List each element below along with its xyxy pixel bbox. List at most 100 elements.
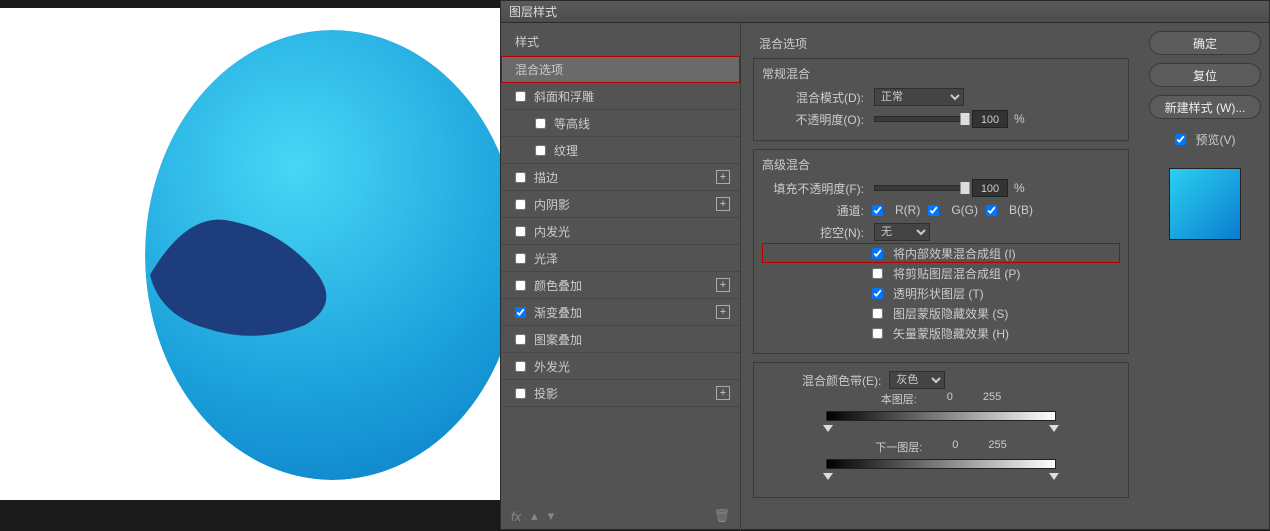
fill-opacity-value[interactable]: 100 [972, 179, 1008, 197]
opt-label: 图层蒙版隐藏效果 (S) [893, 305, 1008, 322]
blend-if-label: 混合颜色带(E): [802, 372, 881, 389]
blend-if-under-slider[interactable] [826, 459, 1056, 473]
style-inner-glow[interactable]: 内发光 [501, 218, 740, 245]
channel-b-checkbox[interactable] [986, 205, 997, 216]
opt-blend-interior-checkbox[interactable] [872, 248, 883, 259]
percent-label: % [1014, 181, 1025, 195]
under-low: 0 [952, 439, 958, 455]
channel-b-label: B(B) [1009, 203, 1033, 217]
opt-label: 矢量蒙版隐藏效果 (H) [893, 325, 1009, 342]
preview-checkbox[interactable] [1175, 134, 1186, 145]
opacity-value[interactable]: 100 [972, 110, 1008, 128]
style-label: 纹理 [554, 142, 578, 159]
style-blending-options[interactable]: 混合选项 [501, 56, 740, 83]
checkbox-gradient-overlay[interactable] [515, 307, 526, 318]
style-texture[interactable]: 纹理 [501, 137, 740, 164]
style-label: 光泽 [534, 250, 558, 267]
checkbox-satin[interactable] [515, 253, 526, 264]
add-inner-shadow-icon[interactable]: + [716, 197, 730, 211]
fill-opacity-label: 填充不透明度(F): [762, 180, 864, 197]
wave-shape [145, 210, 375, 380]
advanced-blending-group: 高级混合 填充不透明度(F): 100 % 通道: R(R) G(G) B(B)… [753, 149, 1129, 354]
advanced-title: 高级混合 [762, 156, 1120, 173]
style-pattern-overlay[interactable]: 图案叠加 [501, 326, 740, 353]
checkbox-outer-glow[interactable] [515, 361, 526, 372]
checkbox-color-overlay[interactable] [515, 280, 526, 291]
style-label: 描边 [534, 169, 558, 186]
blend-mode-select[interactable]: 正常 [874, 88, 964, 106]
style-inner-shadow[interactable]: 内阴影 + [501, 191, 740, 218]
fx-icon[interactable]: fx [511, 509, 521, 524]
add-gradient-overlay-icon[interactable]: + [716, 305, 730, 319]
opt-blend-clipped[interactable]: 将剪贴图层混合成组 (P) [762, 263, 1120, 283]
style-label: 内阴影 [534, 196, 570, 213]
blend-if-this-slider[interactable] [826, 411, 1056, 425]
layer-style-dialog: 图层样式 样式 混合选项 斜面和浮雕 等高线 纹理 描边+ 内阴影+ 内发光 光… [500, 0, 1270, 530]
opt-layer-mask-hides[interactable]: 图层蒙版隐藏效果 (S) [762, 303, 1120, 323]
this-layer-label: 本图层: [881, 391, 917, 407]
arrow-down-icon[interactable]: ▾ [548, 508, 555, 524]
opt-layer-mask-hides-checkbox[interactable] [872, 308, 883, 319]
style-label: 内发光 [534, 223, 570, 240]
opacity-slider[interactable] [874, 116, 966, 122]
style-bevel[interactable]: 斜面和浮雕 [501, 83, 740, 110]
style-contour[interactable]: 等高线 [501, 110, 740, 137]
style-satin[interactable]: 光泽 [501, 245, 740, 272]
opt-label: 将内部效果混合成组 (I) [893, 245, 1016, 262]
under-layer-label: 下一图层: [875, 439, 922, 455]
opt-vector-mask-hides-checkbox[interactable] [872, 328, 883, 339]
styles-footer: fx ▴ ▾ 🗑 [501, 501, 740, 531]
this-high: 255 [983, 391, 1001, 407]
fill-opacity-slider[interactable] [874, 185, 966, 191]
opt-label: 透明形状图层 (T) [893, 285, 984, 302]
blend-if-group: 混合颜色带(E): 灰色 本图层: 0 255 下一图层: 0 255 [753, 362, 1129, 498]
channel-g-label: G(G) [951, 203, 978, 217]
checkbox-bevel[interactable] [515, 91, 526, 102]
cancel-button[interactable]: 复位 [1149, 63, 1261, 87]
style-stroke[interactable]: 描边 + [501, 164, 740, 191]
opt-blend-clipped-checkbox[interactable] [872, 268, 883, 279]
checkbox-stroke[interactable] [515, 172, 526, 183]
style-label: 渐变叠加 [534, 304, 582, 321]
opacity-label: 不透明度(O): [762, 111, 864, 128]
new-style-button[interactable]: 新建样式 (W)... [1149, 95, 1261, 119]
add-drop-shadow-icon[interactable]: + [716, 386, 730, 400]
style-label: 颜色叠加 [534, 277, 582, 294]
style-drop-shadow[interactable]: 投影 + [501, 380, 740, 407]
channel-r-label: R(R) [895, 203, 920, 217]
checkbox-contour[interactable] [535, 118, 546, 129]
blend-if-select[interactable]: 灰色 [889, 371, 945, 389]
checkbox-inner-glow[interactable] [515, 226, 526, 237]
style-label: 图案叠加 [534, 331, 582, 348]
arrow-up-icon[interactable]: ▴ [531, 508, 538, 524]
trash-icon[interactable]: 🗑 [713, 508, 730, 524]
under-high: 255 [988, 439, 1006, 455]
canvas-bottom-strip [0, 500, 500, 515]
preview-swatch [1169, 168, 1241, 240]
buttons-column: 确定 复位 新建样式 (W)... 预览(V) [1141, 23, 1269, 531]
channel-g-checkbox[interactable] [928, 205, 939, 216]
preview-toggle[interactable]: 预览(V) [1175, 131, 1236, 148]
dialog-titlebar[interactable]: 图层样式 [501, 1, 1269, 23]
dialog-title: 图层样式 [509, 5, 557, 19]
opt-transparency-shapes-checkbox[interactable] [872, 288, 883, 299]
checkbox-pattern-overlay[interactable] [515, 334, 526, 345]
checkbox-drop-shadow[interactable] [515, 388, 526, 399]
general-title: 常规混合 [762, 65, 1120, 82]
style-gradient-overlay[interactable]: 渐变叠加 + [501, 299, 740, 326]
canvas-top-strip [0, 0, 500, 8]
channel-r-checkbox[interactable] [872, 205, 883, 216]
add-color-overlay-icon[interactable]: + [716, 278, 730, 292]
opt-blend-interior[interactable]: 将内部效果混合成组 (I) [762, 243, 1120, 263]
style-color-overlay[interactable]: 颜色叠加 + [501, 272, 740, 299]
style-label: 投影 [534, 385, 558, 402]
checkbox-inner-shadow[interactable] [515, 199, 526, 210]
blend-mode-label: 混合模式(D): [762, 89, 864, 106]
opt-vector-mask-hides[interactable]: 矢量蒙版隐藏效果 (H) [762, 323, 1120, 343]
add-stroke-icon[interactable]: + [716, 170, 730, 184]
knockout-select[interactable]: 无 [874, 223, 930, 241]
ok-button[interactable]: 确定 [1149, 31, 1261, 55]
checkbox-texture[interactable] [535, 145, 546, 156]
opt-transparency-shapes[interactable]: 透明形状图层 (T) [762, 283, 1120, 303]
style-outer-glow[interactable]: 外发光 [501, 353, 740, 380]
